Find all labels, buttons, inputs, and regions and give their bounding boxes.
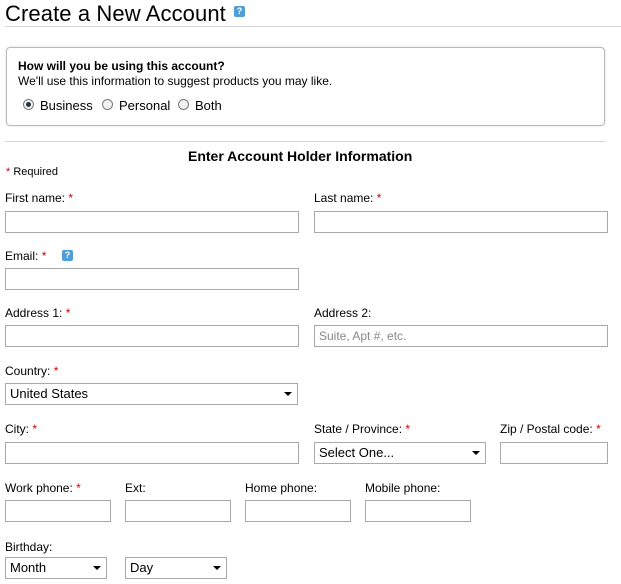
required-star: * <box>376 191 382 205</box>
mobile-phone-label: Mobile phone: <box>365 481 441 495</box>
chevron-down-icon <box>213 566 221 570</box>
first-name-label-text: First name: <box>5 191 66 205</box>
required-star: * <box>65 306 71 320</box>
zip-input[interactable] <box>500 442 608 464</box>
required-star: * <box>596 422 601 436</box>
city-label: City: * <box>5 422 37 436</box>
address1-label-text: Address 1: <box>5 306 63 320</box>
usage-subtext: We'll use this information to suggest pr… <box>18 74 333 88</box>
last-name-label: Last name: * <box>314 191 381 205</box>
email-label-text: Email: <box>5 249 39 263</box>
address1-label: Address 1: * <box>5 306 70 320</box>
required-star: * <box>6 166 11 178</box>
radio-both[interactable] <box>178 99 189 110</box>
first-name-input[interactable] <box>5 211 299 233</box>
city-label-text: City: <box>5 422 29 436</box>
birthday-day-select[interactable]: Day <box>125 557 227 579</box>
home-phone-label: Home phone: <box>245 481 318 495</box>
birthday-label: Birthday: <box>5 540 53 554</box>
zip-label-text: Zip / Postal code: <box>500 422 593 436</box>
email-label: Email: * <box>5 249 46 263</box>
required-star: * <box>76 481 81 495</box>
country-select-value: United States <box>10 386 89 401</box>
birthday-day-value: Day <box>130 560 154 575</box>
work-phone-input[interactable] <box>5 500 111 522</box>
required-text: Required <box>13 166 58 178</box>
first-name-label: First name: * <box>5 191 73 205</box>
required-star: * <box>68 191 74 205</box>
state-select[interactable]: Select One... <box>314 442 486 464</box>
birthday-month-value: Month <box>10 560 47 575</box>
city-input[interactable] <box>5 442 299 464</box>
country-label-text: Country: <box>5 364 51 378</box>
work-phone-label-text: Work phone: <box>5 481 73 495</box>
help-icon[interactable]: ? <box>234 6 245 17</box>
section-title: Enter Account Holder Information <box>188 148 413 164</box>
account-usage-box: How will you be using this account? We'l… <box>6 47 605 126</box>
state-select-value: Select One... <box>319 445 395 460</box>
work-phone-label: Work phone: * <box>5 481 81 495</box>
radio-business-label[interactable]: Business <box>40 98 93 113</box>
home-phone-input[interactable] <box>245 500 351 522</box>
chevron-down-icon <box>93 566 101 570</box>
radio-business[interactable] <box>23 99 34 110</box>
state-label: State / Province: * <box>314 422 410 436</box>
ext-label: Ext: <box>125 481 146 495</box>
radio-both-label[interactable]: Both <box>195 98 222 113</box>
ext-input[interactable] <box>125 500 231 522</box>
last-name-input[interactable] <box>314 211 608 233</box>
country-label: Country: * <box>5 364 58 378</box>
last-name-label-text: Last name: <box>314 191 374 205</box>
country-select[interactable]: United States <box>5 383 298 405</box>
required-star: * <box>53 364 59 378</box>
email-input[interactable] <box>5 268 299 290</box>
required-note: * Required <box>6 166 58 178</box>
state-label-text: State / Province: <box>314 422 403 436</box>
required-star: * <box>41 249 47 263</box>
page-title: Create a New Account <box>5 1 226 26</box>
chevron-down-icon <box>472 451 480 455</box>
radio-personal[interactable] <box>102 99 113 110</box>
mobile-phone-input[interactable] <box>365 500 471 522</box>
email-help-icon[interactable]: ? <box>62 250 73 261</box>
chevron-down-icon <box>284 392 292 396</box>
required-star: * <box>32 422 38 436</box>
radio-personal-label[interactable]: Personal <box>119 98 170 113</box>
zip-label: Zip / Postal code: * <box>500 422 601 436</box>
address1-input[interactable] <box>5 325 299 347</box>
section-divider <box>5 141 605 142</box>
birthday-month-select[interactable]: Month <box>5 557 107 579</box>
title-divider <box>5 26 621 27</box>
required-star: * <box>405 422 411 436</box>
address2-input[interactable]: Suite, Apt #, etc. <box>314 325 608 347</box>
address2-label: Address 2: <box>314 306 372 320</box>
usage-question: How will you be using this account? <box>18 59 225 73</box>
